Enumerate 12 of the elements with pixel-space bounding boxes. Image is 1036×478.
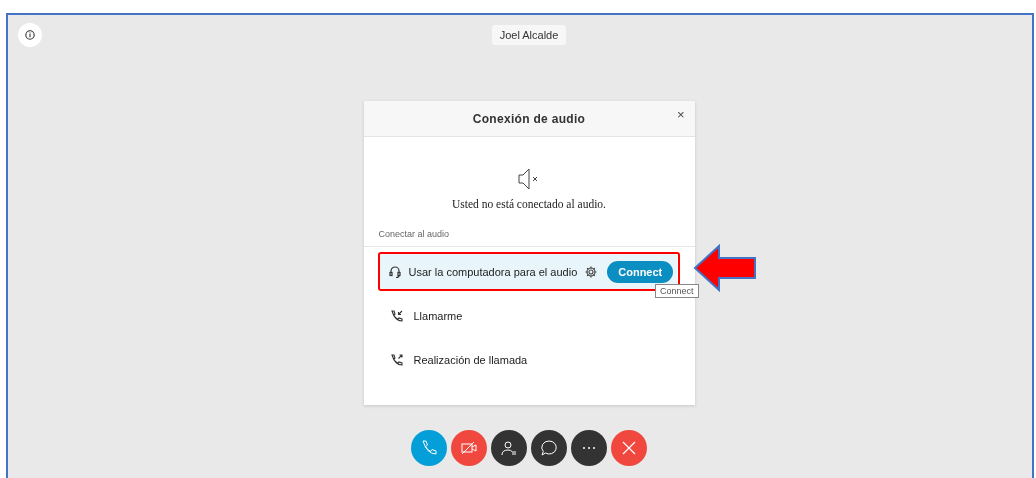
status-text: Usted no está conectado al audio. [452, 198, 606, 210]
audio-option[interactable]: Realización de llamada [379, 342, 673, 377]
participant-name: Joel Alcalde [491, 25, 567, 45]
close-button[interactable]: × [674, 107, 687, 122]
option-label: Llamarme [413, 309, 463, 322]
tooltip: Connect [654, 284, 699, 298]
section-label: Conectar al audio [363, 210, 695, 247]
dialog-title: Conexión de audio [472, 111, 586, 126]
audio-option[interactable]: Llamarme [379, 298, 673, 333]
connect-button[interactable]: Connect [607, 260, 674, 283]
option-label: Realización de llamada [413, 353, 528, 366]
option-label: Usar la computadora para el audio [408, 265, 578, 278]
